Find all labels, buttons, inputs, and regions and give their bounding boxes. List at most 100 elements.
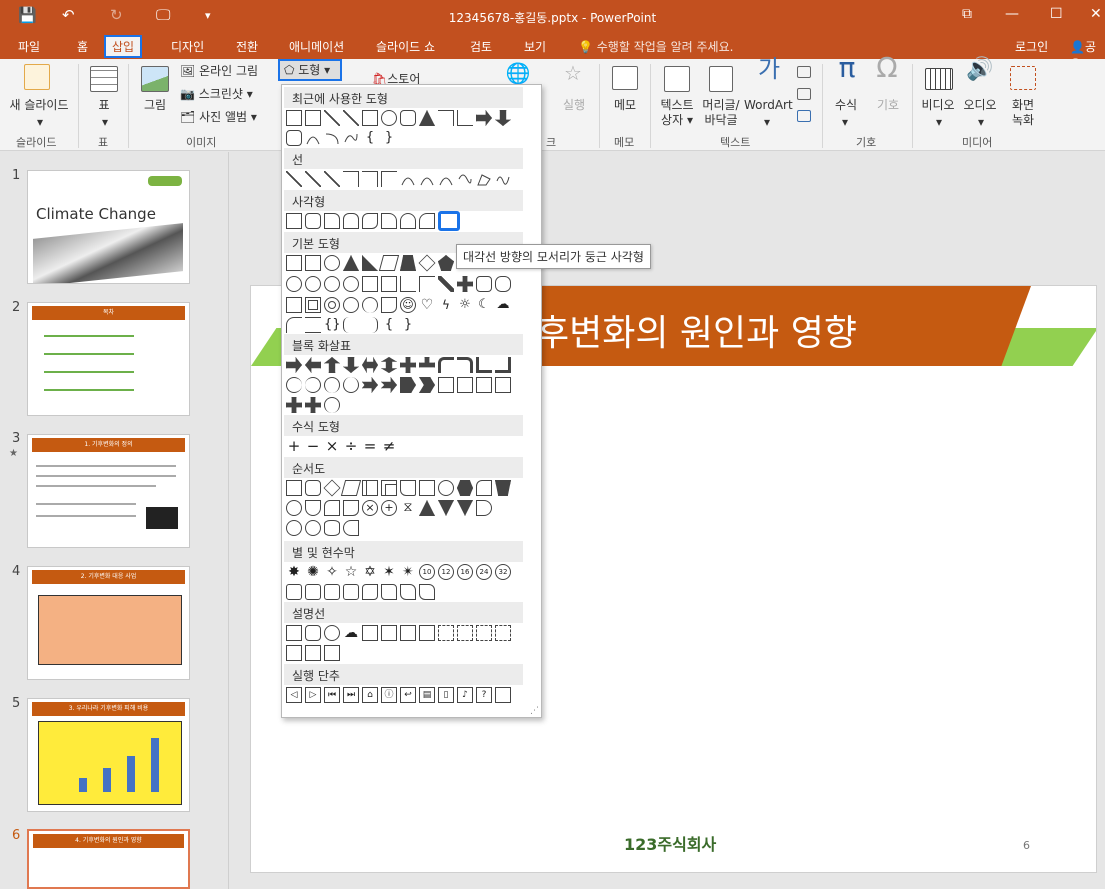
down-arrow-shape-icon[interactable]	[343, 357, 359, 373]
left-right-arrow-callout-shape-icon[interactable]	[286, 397, 302, 413]
custom-button-shape-icon[interactable]	[495, 687, 511, 703]
bent-arrow-shape-icon[interactable]	[438, 357, 454, 373]
chevron-down-icon[interactable]: ▾	[974, 115, 988, 130]
tab-animations[interactable]: 애니메이션	[289, 38, 344, 55]
chevron-down-icon[interactable]: ▾	[33, 115, 47, 130]
teardrop-shape-icon[interactable]	[362, 276, 378, 292]
diamond-shape-icon[interactable]	[418, 254, 436, 272]
elbow-connector-shape-icon[interactable]	[438, 110, 454, 126]
rectangle-shape-icon[interactable]	[362, 110, 378, 126]
slide-thumbnail-5[interactable]: 3. 우리나라 기후변화 피해 비용	[27, 698, 190, 812]
internal-storage-shape-icon[interactable]	[381, 480, 397, 496]
cube-shape-icon[interactable]	[286, 297, 302, 313]
slide-number-icon[interactable]	[797, 88, 811, 100]
sun-shape-icon[interactable]: ☼	[457, 297, 473, 313]
frame-shape-icon[interactable]	[381, 276, 397, 292]
sixteen-point-star-shape-icon[interactable]: 16	[457, 564, 473, 580]
line-shape-icon[interactable]	[324, 110, 340, 126]
right-arrow-callout-shape-icon[interactable]	[438, 377, 454, 393]
panel-splitter[interactable]	[228, 152, 229, 889]
predefined-process-shape-icon[interactable]	[362, 480, 378, 496]
border-callout-3-shape-icon[interactable]	[324, 645, 340, 661]
document-button-shape-icon[interactable]: ▯	[438, 687, 454, 703]
oval-shape-icon[interactable]	[381, 110, 397, 126]
elbow-connector-shape-icon[interactable]	[343, 171, 359, 187]
ten-point-star-shape-icon[interactable]: 10	[419, 564, 435, 580]
slide-thumbnail-4[interactable]: 2. 기후변화 대응 사업	[27, 566, 190, 680]
minimize-icon[interactable]: —	[1005, 6, 1019, 22]
action-button[interactable]: 실행	[559, 98, 589, 113]
object-icon[interactable]	[797, 110, 811, 122]
end-button-shape-icon[interactable]: ⏭	[343, 687, 359, 703]
curve-double-arrow-shape-icon[interactable]	[438, 171, 454, 187]
maximize-icon[interactable]: ☐	[1050, 6, 1063, 22]
terminator-shape-icon[interactable]	[438, 480, 454, 496]
chevron-down-icon[interactable]: ▾	[932, 115, 946, 130]
wave-shape-icon[interactable]	[343, 130, 359, 146]
equation-button[interactable]: 수식	[830, 98, 862, 113]
heart-shape-icon[interactable]: ♡	[419, 297, 435, 313]
textbox-button[interactable]: 텍스트 상자 ▾	[657, 98, 697, 128]
left-arrow-callout-shape-icon[interactable]	[476, 377, 492, 393]
double-bracket-shape-icon[interactable]	[305, 317, 321, 333]
snip-same-side-shape-icon[interactable]	[343, 213, 359, 229]
picture-button[interactable]: 그림	[136, 98, 174, 113]
card-shape-icon[interactable]	[324, 500, 340, 516]
arrow-line-shape-icon[interactable]	[343, 110, 359, 126]
bevel-shape-icon[interactable]	[305, 297, 321, 313]
curve-connector-shape-icon[interactable]	[400, 171, 416, 187]
multidocument-shape-icon[interactable]	[419, 480, 435, 496]
information-button-shape-icon[interactable]: ⓘ	[381, 687, 397, 703]
extract-shape-icon[interactable]	[438, 500, 454, 516]
shapes-button[interactable]: ⬠ 도형 ▾	[278, 59, 342, 81]
tab-home[interactable]: 홈	[77, 38, 88, 55]
rounded-rectangle-shape-icon[interactable]	[400, 110, 416, 126]
process-shape-icon[interactable]	[286, 480, 302, 496]
six-point-star-shape-icon[interactable]: ✡	[362, 564, 378, 580]
striped-right-arrow-shape-icon[interactable]	[362, 377, 378, 393]
oval-shape-icon[interactable]	[324, 255, 340, 271]
multiply-shape-icon[interactable]: ×	[324, 438, 340, 454]
audio-button[interactable]: 오디오	[960, 98, 1000, 113]
double-arrow-line-shape-icon[interactable]	[324, 171, 340, 187]
down-arrow-shape-icon[interactable]	[495, 110, 511, 126]
rounded-rectangle-shape-icon[interactable]	[305, 213, 321, 229]
right-brace-shape-icon[interactable]: }	[400, 317, 416, 333]
curved-left-arrow-shape-icon[interactable]	[305, 377, 321, 393]
tab-design[interactable]: 디자인	[171, 38, 204, 55]
wave-shape-icon[interactable]	[400, 584, 416, 600]
left-arrow-shape-icon[interactable]	[305, 357, 321, 373]
chord-shape-icon[interactable]	[343, 276, 359, 292]
return-button-shape-icon[interactable]: ↩	[400, 687, 416, 703]
right-triangle-shape-icon[interactable]	[362, 255, 378, 271]
date-time-icon[interactable]	[797, 66, 811, 78]
chevron-down-icon[interactable]: ▾	[760, 115, 774, 130]
elbow-arrow-shape-icon[interactable]	[362, 171, 378, 187]
right-arrow-shape-icon[interactable]	[286, 357, 302, 373]
comment-button[interactable]: 메모	[608, 98, 642, 113]
accent-callout-3-shape-icon[interactable]	[476, 625, 492, 641]
diagonal-stripe-shape-icon[interactable]	[438, 276, 454, 292]
arc-shape-icon[interactable]	[324, 130, 340, 146]
seven-point-star-shape-icon[interactable]: ✶	[381, 564, 397, 580]
left-brace-shape-icon[interactable]: {	[362, 130, 378, 146]
stored-data-shape-icon[interactable]	[476, 500, 492, 516]
slide-thumbnail-1[interactable]: Climate Change	[27, 170, 190, 284]
forward-button-shape-icon[interactable]: ▷	[305, 687, 321, 703]
folded-corner-shape-icon[interactable]	[381, 297, 397, 313]
curved-up-arrow-shape-icon[interactable]	[324, 377, 340, 393]
pie-shape-icon[interactable]	[324, 276, 340, 292]
tab-slideshow[interactable]: 슬라이드 쇼	[376, 38, 435, 55]
video-button[interactable]: 비디오	[918, 98, 958, 113]
wordart-button[interactable]: WordArt	[744, 98, 793, 113]
screenshot-button[interactable]: 📷 스크린샷 ▾	[180, 87, 270, 102]
tab-review[interactable]: 검토	[470, 38, 492, 55]
plus-shape-icon[interactable]	[457, 276, 473, 292]
rectangle-shape-icon[interactable]	[286, 213, 302, 229]
preparation-shape-icon[interactable]	[457, 480, 473, 496]
round-diagonal-corner-rectangle-shape-icon[interactable]	[438, 211, 460, 231]
line-callout-1-shape-icon[interactable]	[362, 625, 378, 641]
explosion-2-shape-icon[interactable]: ✺	[305, 564, 321, 580]
curve-arrow-shape-icon[interactable]	[419, 171, 435, 187]
up-down-arrow-shape-icon[interactable]	[381, 357, 397, 373]
